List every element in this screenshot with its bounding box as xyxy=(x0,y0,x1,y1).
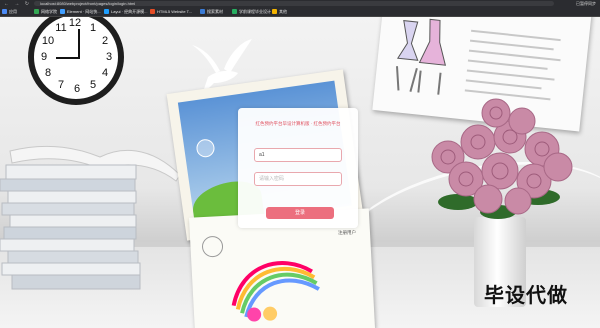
bookmark-1[interactable]: 网络学院 xyxy=(34,8,57,15)
clock-numeral: 1 xyxy=(89,22,97,34)
text-line xyxy=(471,29,561,42)
url-field[interactable]: localhost:8080/webproject/front/pages/lo… xyxy=(34,1,554,6)
clock-numeral: 10 xyxy=(41,35,55,47)
clock-numeral: 2 xyxy=(101,35,109,47)
login-button[interactable]: 登录 xyxy=(266,207,334,219)
url-text: localhost:8080/webproject/front/pages/lo… xyxy=(40,1,136,6)
element-icon xyxy=(60,9,65,14)
clock-numeral: 7 xyxy=(57,79,65,91)
username-input[interactable]: a1 xyxy=(254,148,342,162)
text-line xyxy=(467,59,548,70)
clock-numeral: 9 xyxy=(40,51,48,63)
login-page-background: 12 1 2 3 4 5 6 7 8 9 10 11 红色预约平台毕设计算机版 … xyxy=(0,17,600,328)
clock-numeral: 4 xyxy=(101,67,109,79)
register-link[interactable]: 注册用户 xyxy=(338,230,356,236)
password-input[interactable]: 请输入密码 xyxy=(254,172,342,186)
hour-hand xyxy=(56,57,78,59)
roses-icon xyxy=(431,98,573,219)
login-panel: 红色预约平台毕设计算机版 · 红色预约平台 a1 请输入密码 登录 注册用户 xyxy=(238,108,358,235)
search-site-icon xyxy=(200,9,205,14)
bookmark-apps[interactable]: 应用 xyxy=(2,8,17,15)
flask-icon xyxy=(395,18,447,95)
layui-icon xyxy=(104,9,109,14)
text-line xyxy=(469,39,554,51)
bookmark-element[interactable]: Element · 网站快... xyxy=(60,8,101,15)
clock-numeral: 12 xyxy=(68,17,82,29)
watermark-text: 毕设代做 xyxy=(484,283,568,307)
course-icon xyxy=(232,9,237,14)
bookmark-other[interactable]: 其他 xyxy=(272,8,287,15)
text-line xyxy=(465,79,542,90)
clock-numeral: 5 xyxy=(89,79,97,91)
clock-numeral: 3 xyxy=(105,51,113,63)
clock-numeral: 8 xyxy=(44,67,52,79)
text-line xyxy=(468,49,561,62)
bookmarks-bar: 应用 网络学院 Element · 网站快... Layui · 经典开源模..… xyxy=(0,7,600,17)
profile-status[interactable]: 已暂停同步 xyxy=(576,0,596,7)
bookmark-course[interactable]: 学前课程毕业设计 xyxy=(232,8,271,15)
address-bar: ← → ↻ localhost:8080/webproject/front/pa… xyxy=(0,0,600,7)
clock-numeral: 11 xyxy=(55,22,67,34)
bookmark-html5[interactable]: HTML5 Website T... xyxy=(150,8,192,15)
bookmark-layui[interactable]: Layui · 经典开源模... xyxy=(104,8,147,15)
wall-clock: 12 1 2 3 4 5 6 7 8 9 10 11 xyxy=(28,17,124,105)
folder-icon xyxy=(272,9,277,14)
minute-hand xyxy=(78,29,80,59)
apps-icon xyxy=(2,9,7,14)
site-icon xyxy=(34,9,39,14)
html5-icon xyxy=(150,9,155,14)
book-stack-icon xyxy=(0,145,181,290)
login-title: 红色预约平台毕设计算机版 · 红色预约平台 xyxy=(255,121,341,126)
clock-numeral: 6 xyxy=(73,83,81,95)
bookmark-search[interactable]: 搜索素材 xyxy=(200,8,223,15)
text-line xyxy=(466,69,555,81)
